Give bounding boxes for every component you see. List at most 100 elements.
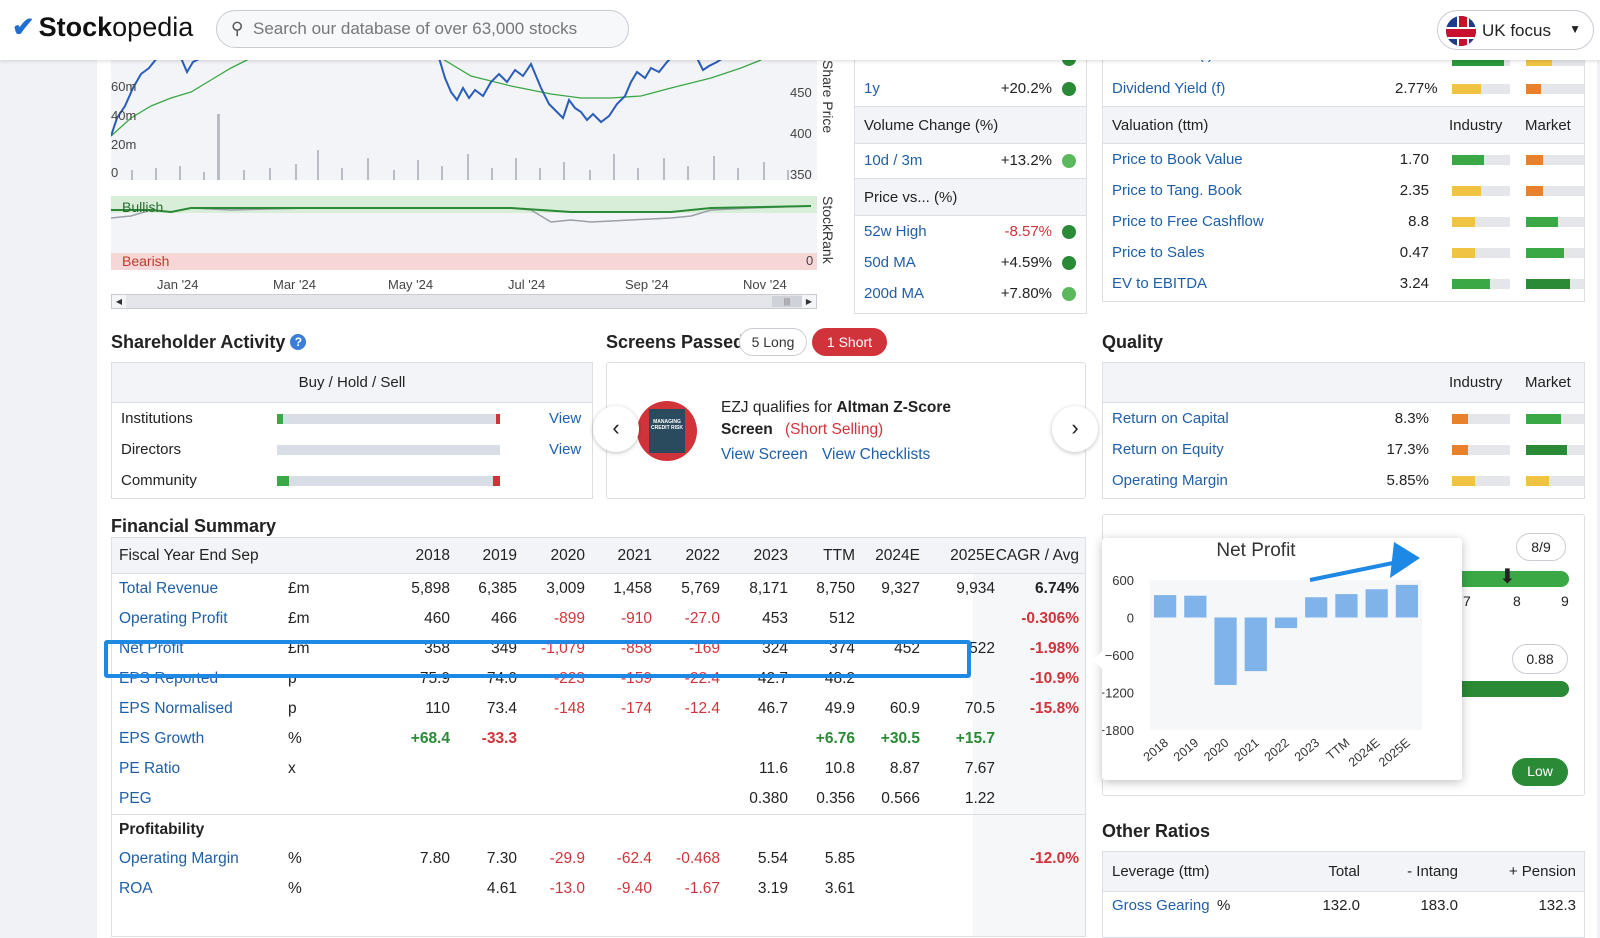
quality-table: Industry Market Return on Capital 8.3% Ret… bbox=[1102, 362, 1585, 499]
scroll-thumb[interactable]: ||| bbox=[772, 296, 802, 307]
financial-cell: 70.5 bbox=[964, 700, 995, 717]
financial-cell: 5.85 bbox=[824, 850, 855, 867]
financial-cell: 460 bbox=[424, 610, 450, 627]
metric-row: Return on Capital 8.3% bbox=[1103, 403, 1584, 434]
momentum-label[interactable]: 50d MA bbox=[864, 254, 916, 271]
industry-bar bbox=[1452, 155, 1510, 165]
industry-bar bbox=[1452, 217, 1510, 227]
market-bar bbox=[1526, 476, 1584, 486]
momentum-label[interactable]: 1y bbox=[864, 80, 880, 97]
financial-row-label[interactable]: ROA bbox=[119, 880, 153, 898]
x-tick: Nov '24 bbox=[743, 277, 787, 292]
view-institutions-link[interactable]: View bbox=[549, 410, 581, 427]
stockrank-svg bbox=[111, 205, 812, 223]
uk-flag-icon bbox=[1446, 16, 1476, 46]
short-screens-pill[interactable]: 1 Short bbox=[812, 328, 887, 356]
metric-row: Price to Tang. Book 2.35 bbox=[1103, 175, 1584, 206]
valuation-value: 2.77% bbox=[1395, 80, 1438, 97]
metric-value: 8.8 bbox=[1408, 213, 1429, 230]
financial-cell: 1.22 bbox=[964, 790, 995, 807]
quality-title: Quality bbox=[1102, 332, 1164, 352]
metric-row: Price to Book Value 1.70 bbox=[1103, 144, 1584, 175]
metric-value: 8.3% bbox=[1394, 410, 1429, 427]
financial-cell: 3.61 bbox=[824, 880, 855, 897]
financial-cell: 60.9 bbox=[889, 700, 920, 717]
financial-row-label[interactable]: Total Revenue bbox=[119, 580, 218, 598]
financial-row: EPS Growth% +68.4 -33.3 +6.76 +30.5 +15.7 bbox=[112, 724, 1085, 754]
metric-row: Price to Free Cashflow 8.8 bbox=[1103, 206, 1584, 237]
financial-row-label[interactable]: EPS Normalised bbox=[119, 700, 233, 718]
net-profit-bar bbox=[1184, 595, 1207, 618]
metric-row: Price to Sales 0.47 bbox=[1103, 237, 1584, 268]
financial-cell: 46.7 bbox=[757, 700, 788, 717]
volume-ma-line bbox=[111, 58, 252, 137]
financial-cell: -899 bbox=[553, 610, 585, 627]
price-line-left bbox=[111, 58, 158, 137]
financial-row: PEG 0.380 0.356 0.566 1.22 bbox=[112, 784, 1085, 814]
region-focus-label: UK focus bbox=[1482, 21, 1551, 40]
momentum-label[interactable]: 10d / 3m bbox=[864, 152, 922, 169]
financial-cell: -9.40 bbox=[616, 880, 652, 897]
financial-row-label[interactable]: PE Ratio bbox=[119, 760, 180, 778]
scroll-right-icon[interactable]: ▶ bbox=[802, 295, 816, 308]
financial-cell: 7.30 bbox=[486, 850, 517, 867]
price-line bbox=[438, 58, 672, 124]
scroll-left-icon[interactable]: ◀ bbox=[112, 295, 126, 308]
prev-screen-button[interactable]: ‹ bbox=[593, 406, 639, 452]
metric-value: 5.85% bbox=[1386, 472, 1429, 489]
financial-row-label[interactable]: Operating Profit bbox=[119, 610, 228, 628]
chart-scrollbar[interactable]: ◀ ||| ▶ bbox=[111, 294, 817, 309]
view-checklists-link[interactable]: View Checklists bbox=[822, 446, 930, 464]
help-icon[interactable]: ? bbox=[290, 334, 307, 350]
net-profit-bar bbox=[1154, 595, 1177, 618]
financial-cell: 3,009 bbox=[546, 580, 585, 597]
momentum-label[interactable]: 200d MA bbox=[864, 285, 924, 302]
leverage-header: Leverage (ttm) Total - Intang + Pension bbox=[1103, 852, 1584, 892]
shareholder-row: Community bbox=[112, 465, 592, 496]
quality-score-badge: 8/9 bbox=[1516, 533, 1566, 561]
valuation-label[interactable]: Dividend Yield (f) bbox=[1112, 80, 1225, 97]
metric-row: EV to EBITDA 3.24 bbox=[1103, 268, 1584, 299]
trend-arrowhead-icon bbox=[1390, 542, 1420, 578]
financial-row-label[interactable]: EPS Growth bbox=[119, 730, 204, 748]
cagr-cell: -10.9% bbox=[1029, 670, 1079, 687]
region-focus-dropdown[interactable]: UK focus ▼ bbox=[1437, 10, 1594, 50]
cagr-cell: -1.98% bbox=[1029, 640, 1079, 657]
x-tick-label: 2022 bbox=[1262, 736, 1292, 765]
view-directors-link[interactable]: View bbox=[549, 441, 581, 458]
x-tick-label: 2019 bbox=[1171, 736, 1201, 765]
financial-cell: -148 bbox=[553, 700, 585, 717]
stockopedia-logo[interactable]: ✔ Stockopedia bbox=[12, 12, 193, 43]
search-icon: ⚲ bbox=[231, 19, 244, 38]
shareholder-row: Institutions View bbox=[121, 410, 582, 427]
momentum-row: 52w High -8.57% bbox=[855, 216, 1086, 247]
financial-cell: 9,327 bbox=[881, 580, 920, 597]
volume-tick: 20m bbox=[111, 137, 137, 152]
momentum-value: -8.57% bbox=[1004, 223, 1052, 240]
column-header: 2021 bbox=[617, 547, 652, 564]
momentum-label[interactable]: 52w High bbox=[864, 223, 927, 240]
industry-bar bbox=[1452, 445, 1510, 455]
status-dot bbox=[1062, 82, 1076, 96]
long-screens-pill[interactable]: 5 Long bbox=[739, 328, 807, 356]
financial-cell: 11.6 bbox=[758, 760, 788, 777]
industry-bar bbox=[1452, 279, 1510, 289]
cagr-cell: -12.0% bbox=[1029, 850, 1079, 867]
volume-tick: 0 bbox=[111, 165, 119, 180]
net-profit-bar bbox=[1274, 617, 1298, 629]
x-tick: Jul '24 bbox=[508, 277, 546, 292]
cagr-cell: -0.306% bbox=[1021, 610, 1079, 627]
search-box[interactable]: ⚲ bbox=[216, 10, 629, 48]
financial-cell: -62.4 bbox=[616, 850, 652, 867]
view-screen-link[interactable]: View Screen bbox=[721, 446, 808, 464]
logo-tick-icon: ✔ bbox=[12, 12, 35, 42]
financial-cell: 1,458 bbox=[613, 580, 652, 597]
financial-row-label[interactable]: PEG bbox=[119, 790, 152, 808]
financial-row-label[interactable]: Operating Margin bbox=[119, 850, 239, 868]
bearish-label: Bearish bbox=[122, 253, 170, 269]
financial-cell: -13.0 bbox=[549, 880, 585, 897]
volume-tick: 60m bbox=[111, 79, 137, 94]
x-tick: May '24 bbox=[388, 277, 434, 292]
next-screen-button[interactable]: › bbox=[1052, 406, 1098, 452]
search-input[interactable] bbox=[253, 17, 613, 41]
